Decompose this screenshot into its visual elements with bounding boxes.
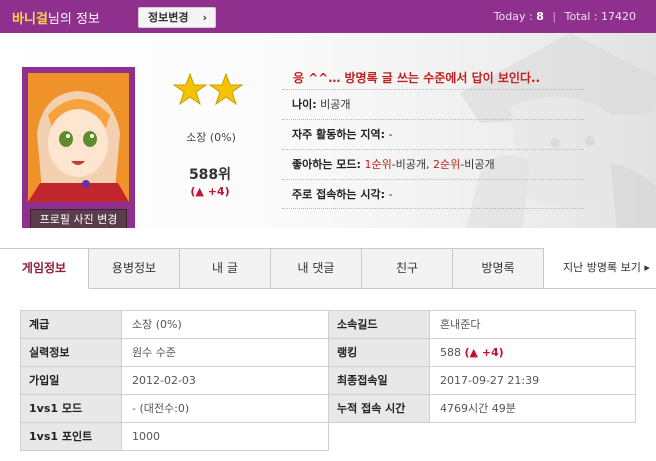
star-icon	[173, 73, 208, 106]
chevron-right-icon: ›	[202, 11, 207, 24]
info-time-row: 주로 접속하는 시각: -	[282, 179, 584, 209]
last-login-key: 최종접속일	[328, 366, 430, 395]
tab-game-info[interactable]: 게임정보	[0, 248, 89, 289]
mode-second-rank: 2순위	[433, 158, 461, 171]
total-label: Total :	[564, 10, 598, 23]
tab-friends[interactable]: 친구	[362, 248, 453, 289]
info-age-row: 나이: 비공개	[282, 89, 584, 119]
total-time-key: 누적 접속 시간	[328, 394, 430, 423]
counter-divider: |	[552, 10, 557, 23]
nickname: 바니걸님의 정보	[12, 12, 100, 27]
nickname-suffix: 님의 정보	[47, 12, 100, 27]
mode-1v1-key: 1vs1 모드	[20, 394, 122, 423]
skill-key: 실력정보	[20, 338, 122, 367]
visitor-counter: Today : 8 | Total : 17420	[494, 10, 636, 23]
edit-profile-label: 정보변경	[148, 11, 189, 24]
past-guestbook-link[interactable]: 지난 방명록 보기 ▸	[563, 248, 650, 289]
rank-position: 588위	[188, 167, 232, 183]
info-mode-row: 좋아하는 모드: 1순위-비공개, 2순위-비공개	[282, 149, 584, 179]
avatar-frame: 프로필 사진 변경	[22, 67, 135, 228]
profile-header-bar: 바니걸님의 정보 정보변경 › Today : 8 | Total : 1742…	[0, 0, 656, 33]
profile-tabs: 게임정보 용병정보 내 글 내 댓글 친구 방명록 지난 방명록 보기 ▸	[0, 248, 656, 289]
star-icon	[208, 73, 244, 106]
guild-key: 소속길드	[328, 310, 430, 339]
region-value: -	[388, 128, 393, 141]
mode-key: 좋아하는 모드:	[292, 158, 361, 171]
time-key: 주로 접속하는 시각:	[292, 188, 386, 201]
avatar	[28, 73, 129, 202]
ranking-key: 랭킹	[328, 338, 430, 367]
time-value: -	[388, 188, 393, 201]
tab-my-comments[interactable]: 내 댓글	[271, 248, 362, 289]
ranking-value: 588	[440, 346, 461, 359]
info-region-row: 자주 활동하는 지역: -	[282, 119, 584, 149]
change-photo-button[interactable]: 프로필 사진 변경	[30, 209, 127, 228]
tab-my-posts[interactable]: 내 글	[180, 248, 271, 289]
mode-first-rank: 1순위	[364, 158, 392, 171]
mode-second-value: -비공개	[460, 158, 495, 171]
ranking-change: (▲ +4)	[464, 346, 504, 359]
rank-stars	[173, 73, 244, 106]
join-date-key: 가입일	[20, 366, 122, 395]
today-label: Today :	[493, 10, 533, 23]
join-date-value: 2012-02-03	[121, 366, 329, 395]
tab-mercenary-info[interactable]: 용병정보	[89, 248, 180, 289]
profile-hero: 프로필 사진 변경 소장 (0%) 588위 (▲ +4) 응 ^^… 방명록 …	[0, 33, 656, 228]
total-time-value: 4769시간 49분	[429, 394, 636, 423]
point-1v1-value: 1000	[121, 422, 329, 451]
rank-label: 소장 (0%)	[186, 131, 236, 144]
tab-guestbook[interactable]: 방명록	[453, 248, 544, 289]
mode-1v1-value: - (대전수:0)	[121, 394, 329, 423]
last-login-value: 2017-09-27 21:39	[429, 366, 636, 395]
region-key: 자주 활동하는 지역:	[292, 128, 386, 141]
age-key: 나이:	[292, 98, 317, 111]
today-count: 8	[536, 10, 544, 23]
mode-first-value: -비공개,	[391, 158, 430, 171]
edit-profile-button[interactable]: 정보변경 ›	[138, 7, 216, 28]
profile-motto: 응 ^^… 방명록 글 쓰는 수준에서 답이 보인다..	[293, 71, 541, 85]
rank-change: (▲ +4)	[190, 185, 230, 198]
guild-value: 혼내준다	[429, 310, 636, 339]
rank-key: 계급	[20, 310, 122, 339]
total-count: 17420	[601, 10, 636, 23]
point-1v1-key: 1vs1 포인트	[20, 422, 122, 451]
skill-value: 원수 수준	[121, 338, 329, 367]
age-value: 비공개	[320, 98, 351, 111]
rank-value: 소장 (0%)	[121, 310, 329, 339]
ranking-value-cell: 588 (▲ +4)	[429, 338, 636, 367]
